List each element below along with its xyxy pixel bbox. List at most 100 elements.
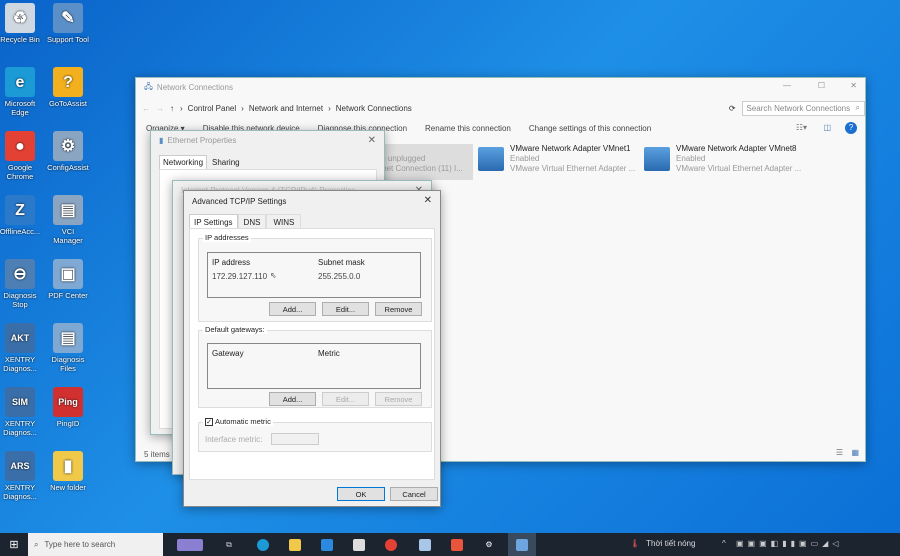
ethernet-icon: ▮ [159, 136, 164, 145]
desktop-icon-label: Diagnosis Files [51, 355, 85, 373]
taskbar-search-input[interactable]: ⌕ Type here to search [28, 533, 163, 556]
close-button[interactable]: ✕ [850, 81, 857, 90]
refresh-icon[interactable]: ⟳ [729, 104, 736, 113]
address-bar: ← → ↑ › Control Panel › Network and Intern… [136, 98, 865, 118]
app-icon: ▮ [53, 451, 83, 481]
remove-ip-button[interactable]: Remove [375, 302, 422, 316]
desktop-icon[interactable]: Ping PingID [46, 387, 90, 428]
search-icon: ⌕ [34, 539, 39, 549]
maximize-button[interactable]: ☐ [818, 81, 825, 90]
desktop-icon[interactable]: ▣ PDF Center [46, 259, 90, 300]
app-icon: ▤ [53, 195, 83, 225]
desktop-icon[interactable]: ⚙ ConfigAssist [46, 131, 90, 172]
connection-item[interactable]: VMware Network Adapter VMnet1 Enabled VMwa… [478, 144, 638, 180]
details-view-icon[interactable]: ☰ [836, 448, 843, 457]
connection-item[interactable]: VMware Network Adapter VMnet8 Enabled VMwa… [644, 144, 804, 180]
desktop-icon-label: GoToAssist [49, 99, 87, 108]
desktop-icon-label: New folder [50, 483, 86, 492]
large-icons-view-icon[interactable]: ▦ [851, 448, 859, 457]
search-input[interactable]: Search Network Connections ⌕ [741, 100, 865, 116]
network-connections-taskbar-icon[interactable] [508, 533, 536, 556]
tab-sharing[interactable]: Sharing [209, 155, 243, 170]
desktop-icon-label: PDF Center [48, 291, 88, 300]
interface-metric-input [271, 433, 319, 445]
tab-networking[interactable]: Networking [159, 155, 208, 170]
desktop-icon[interactable]: ▤ VCI Manager [46, 195, 90, 245]
desktop-icon[interactable]: ⊖ Diagnosis Stop [0, 259, 42, 309]
app-icon: e [5, 67, 35, 97]
gateway-list[interactable]: Gateway Metric [207, 343, 421, 389]
view-options-icon[interactable]: ☷▾ [796, 123, 807, 132]
up-icon[interactable]: ↑ [170, 104, 174, 113]
task-view-icon[interactable]: ⧉ [218, 533, 240, 556]
default-gateways-group: Default gateways: Gateway Metric Add... … [198, 325, 432, 408]
weather-widget[interactable]: 🌡 Thời tiết nóng [630, 539, 695, 548]
system-tray[interactable]: ^ ▣▣▣◧▮▮▣▭◢◁ [722, 539, 842, 548]
desktop-icon-label: XENTRY Diagnos... [3, 355, 37, 373]
network-icon: 🖧 [144, 81, 153, 91]
breadcrumb[interactable]: › Control Panel › Network and Internet ›… [180, 104, 653, 113]
add-ip-button[interactable]: Add... [269, 302, 316, 316]
cortana-icon[interactable] [168, 533, 212, 556]
desktop-icon[interactable]: Z OfflineAcc... [0, 195, 42, 236]
desktop-icon[interactable]: ✎ Support Tool [46, 3, 90, 44]
cancel-button[interactable]: Cancel [390, 487, 438, 501]
dialog-title: Advanced TCP/IP Settings [192, 196, 287, 206]
column-header: Metric [318, 349, 340, 358]
desktop-icon-label: Diagnosis Stop [3, 291, 37, 309]
mail-taskbar-icon[interactable] [316, 533, 338, 556]
edit-ip-button[interactable]: Edit... [322, 302, 369, 316]
automatic-metric-label[interactable]: Automatic metric [215, 417, 271, 426]
close-button[interactable]: ✕ [368, 135, 376, 146]
desktop-icon[interactable]: ♻ Recycle Bin [0, 3, 42, 44]
desktop-icon-label: PingID [56, 419, 80, 428]
network-adapter-icon [478, 147, 504, 171]
app-icon: Z [5, 195, 35, 225]
help-icon[interactable]: ? [845, 122, 857, 134]
search-icon: ⌕ [855, 103, 860, 112]
settings-taskbar-icon[interactable]: ⚙ [478, 533, 500, 556]
automatic-metric-group: ✓ Automatic metric Interface metric: [198, 417, 432, 452]
desktop-icon-label: XENTRY Diagnos... [3, 483, 37, 501]
close-button[interactable]: ✕ [424, 195, 432, 206]
rename-button[interactable]: Rename this connection [425, 124, 511, 133]
change-settings-button[interactable]: Change settings of this connection [529, 124, 651, 133]
app-icon: ● [5, 131, 35, 161]
ok-button[interactable]: OK [337, 487, 385, 501]
start-button[interactable]: ⊞ [3, 533, 25, 556]
preview-pane-icon[interactable]: ◫ [823, 123, 831, 132]
connection-item-selected[interactable]: ble unplugged ernet Connection (11) I... [371, 144, 473, 180]
desktop-icon[interactable]: ? GoToAssist [46, 67, 90, 108]
minimize-button[interactable]: — [783, 81, 791, 90]
desktop-icon[interactable]: AKT XENTRY Diagnos... [0, 323, 42, 373]
network-adapter-icon [644, 147, 670, 171]
subnet-mask-cell[interactable]: 255.255.0.0 [318, 272, 360, 281]
app-icon: SIM [5, 387, 35, 417]
app-icon: ARS [5, 451, 35, 481]
add-gateway-button[interactable]: Add... [269, 392, 316, 406]
back-icon[interactable]: ← [142, 104, 150, 113]
desktop-icon[interactable]: ● Google Chrome [0, 131, 42, 181]
store-taskbar-icon[interactable] [348, 533, 370, 556]
forward-icon[interactable]: → [156, 104, 164, 113]
ip-address-cell[interactable]: 172.29.127.110 [212, 272, 267, 281]
breadcrumb-item[interactable]: Network and Internet [249, 104, 323, 113]
thermometer-icon: 🌡 [630, 539, 641, 548]
tab-panel: IP addresses IP address Subnet mask 172.… [189, 228, 435, 480]
breadcrumb-item[interactable]: Control Panel [188, 104, 236, 113]
ip-address-list[interactable]: IP address Subnet mask 172.29.127.110 25… [207, 252, 421, 298]
automatic-metric-checkbox[interactable]: ✓ [205, 417, 213, 426]
desktop-icon-label: VCI Manager [53, 227, 83, 245]
desktop-icon[interactable]: ▤ Diagnosis Files [46, 323, 90, 373]
desktop-icon[interactable]: ARS XENTRY Diagnos... [0, 451, 42, 501]
edit-gateway-button: Edit... [322, 392, 369, 406]
desktop-icon[interactable]: SIM XENTRY Diagnos... [0, 387, 42, 437]
app-taskbar-icon[interactable] [446, 533, 468, 556]
chrome-taskbar-icon[interactable] [380, 533, 402, 556]
edge-taskbar-icon[interactable] [252, 533, 274, 556]
desktop-icon[interactable]: e Microsoft Edge [0, 67, 42, 117]
file-explorer-taskbar-icon[interactable] [284, 533, 306, 556]
app-taskbar-icon[interactable] [414, 533, 436, 556]
breadcrumb-item[interactable]: Network Connections [336, 104, 412, 113]
desktop-icon[interactable]: ▮ New folder [46, 451, 90, 492]
